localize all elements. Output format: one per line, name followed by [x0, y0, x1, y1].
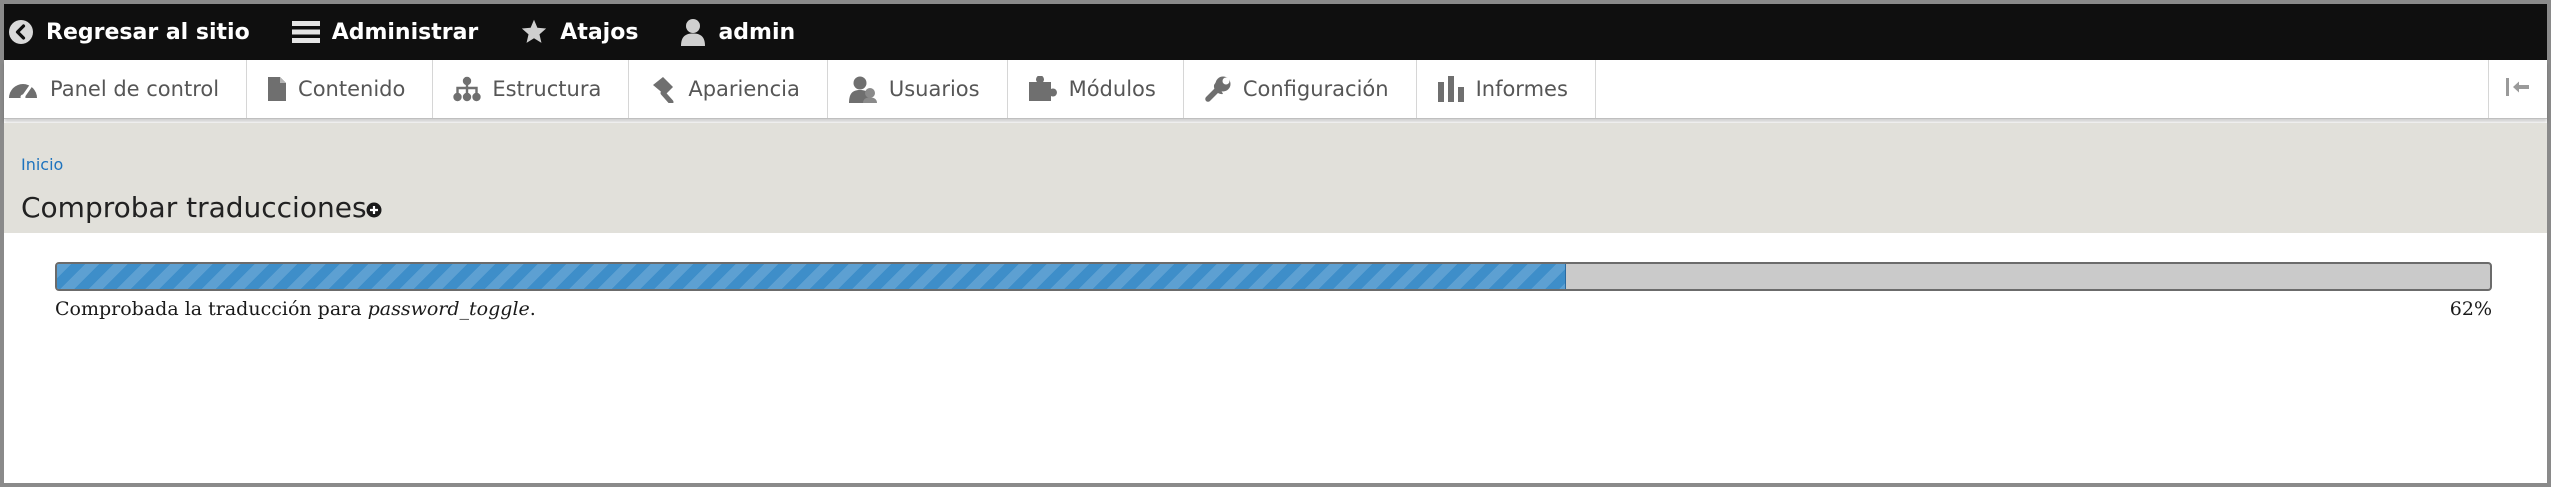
manage-menu-button[interactable]: Administrar: [291, 4, 479, 60]
tray-item-label: Panel de control: [50, 77, 220, 101]
tray-item-structure[interactable]: Estructura: [433, 60, 630, 118]
progress-message: Comprobada la traducción para password_t…: [55, 298, 536, 320]
tray-item-appearance[interactable]: Apariencia: [629, 60, 828, 118]
tray-item-people[interactable]: Usuarios: [828, 60, 1008, 118]
puzzle-icon: [1028, 76, 1058, 102]
tray-item-label: Usuarios: [888, 77, 980, 101]
progress-message-item: password_toggle: [367, 298, 530, 320]
star-icon: [520, 18, 548, 46]
progress-percent: 62%: [2449, 298, 2492, 320]
user-icon: [680, 18, 706, 46]
progress-bar-fill: [57, 264, 1567, 289]
shortcuts-menu-label: Atajos: [560, 19, 639, 45]
users-icon: [848, 75, 878, 103]
wrench-icon: [1204, 75, 1232, 103]
manage-menu-label: Administrar: [331, 19, 479, 45]
page-header: Inicio Comprobar traducciones: [4, 123, 2547, 233]
progress-bar-track: [55, 262, 2492, 291]
tray-item-label: Apariencia: [688, 77, 800, 101]
bar-chart-icon: [1437, 76, 1465, 102]
add-shortcut-icon[interactable]: [366, 202, 382, 218]
tray-item-label: Contenido: [298, 77, 406, 101]
batch-progress: Comprobada la traducción para password_t…: [55, 262, 2492, 320]
document-icon: [267, 76, 287, 102]
admin-toolbar: Regresar al sitio Administrar Atajos adm…: [4, 4, 2547, 60]
sitemap-icon: [453, 76, 482, 102]
collapse-tray-button[interactable]: [2488, 60, 2547, 118]
progress-message-suffix: .: [529, 298, 536, 320]
dashboard-icon: [7, 78, 39, 100]
tray-item-content[interactable]: Contenido: [247, 60, 434, 118]
back-to-site-link[interactable]: Regresar al sitio: [8, 4, 250, 60]
tray-item-reports[interactable]: Informes: [1417, 60, 1596, 118]
user-menu-label: admin: [718, 19, 796, 45]
tray-item-label: Informes: [1475, 77, 1568, 101]
hamburger-icon: [291, 18, 320, 46]
back-to-site-label: Regresar al sitio: [46, 19, 250, 45]
breadcrumb-home-link[interactable]: Inicio: [21, 155, 63, 174]
page-title: Comprobar traducciones: [21, 191, 367, 224]
admin-tray: Panel de control Contenido Estructura Ap…: [4, 60, 2547, 119]
collapse-sidebar-icon: [2505, 77, 2531, 101]
tray-item-label: Configuración: [1242, 77, 1389, 101]
tray-item-label: Estructura: [492, 77, 602, 101]
tray-item-extend[interactable]: Módulos: [1008, 60, 1184, 118]
user-menu-button[interactable]: admin: [680, 4, 795, 60]
back-arrow-icon: [8, 19, 34, 45]
paint-brush-icon: [649, 75, 677, 103]
shortcuts-menu-button[interactable]: Atajos: [520, 4, 638, 60]
tray-item-configuration[interactable]: Configuración: [1184, 60, 1417, 118]
tray-item-dashboard[interactable]: Panel de control: [4, 60, 248, 118]
tray-item-label: Módulos: [1068, 77, 1156, 101]
progress-message-prefix: Comprobada la traducción para: [55, 298, 368, 320]
